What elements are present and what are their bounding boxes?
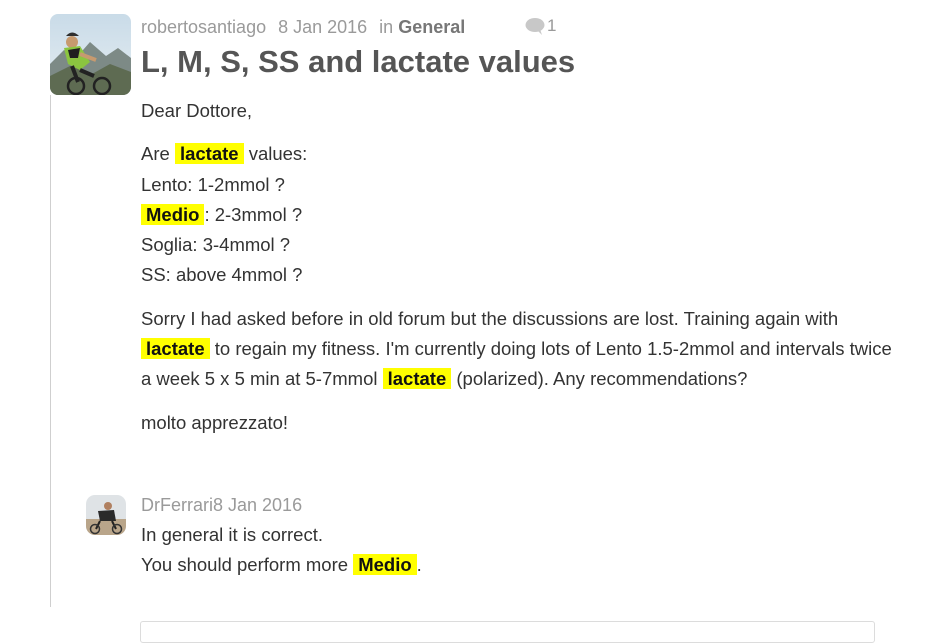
comment-count-value: 1 xyxy=(547,16,557,35)
reply-input-box[interactable] xyxy=(140,621,875,643)
post-paragraph: Sorry I had asked before in old forum bu… xyxy=(141,304,901,395)
line-text: SS: above 4mmol ? xyxy=(141,264,303,286)
search-highlight: Medio xyxy=(141,203,205,225)
lactate-values-list: Are lactate values: Lento: 1-2mmol ? Med… xyxy=(141,139,901,290)
post-category[interactable]: General xyxy=(398,17,465,37)
line-text: Lento: 1-2mmol ? xyxy=(141,173,285,195)
post-title: L, M, S, SS and lactate values xyxy=(141,44,576,79)
reply-date: 8 Jan 2016 xyxy=(213,495,303,515)
line-text: values: xyxy=(248,143,308,165)
post-author[interactable]: robertosantiago xyxy=(141,17,266,37)
post-closing: molto apprezzato! xyxy=(141,411,289,433)
search-highlight: lactate xyxy=(382,368,452,390)
line-text: Are xyxy=(141,143,170,165)
search-highlight: lactate xyxy=(141,338,210,360)
thread-line xyxy=(50,95,51,607)
category-prefix: in xyxy=(379,17,394,37)
reply-line: You should perform more xyxy=(141,554,349,575)
cyclist-photo xyxy=(86,495,126,535)
line-text: : 2-3mmol ? xyxy=(204,203,303,225)
search-highlight: lactate xyxy=(174,143,244,165)
paragraph-text: (polarized). Any recommendations? xyxy=(456,368,748,390)
search-highlight: Medio xyxy=(353,554,417,575)
reply-avatar[interactable] xyxy=(86,495,126,535)
reply-meta: DrFerrari8 Jan 2016 xyxy=(141,493,302,517)
line-text: Soglia: 3-4mmol ? xyxy=(141,234,291,256)
post-greeting: Dear Dottore, xyxy=(141,100,253,121)
cyclist-photo xyxy=(50,14,131,95)
reply-author[interactable]: DrFerrari xyxy=(141,495,213,515)
reply-line-end: . xyxy=(416,554,422,575)
author-avatar[interactable] xyxy=(50,14,131,95)
post-date: 8 Jan 2016 xyxy=(278,17,368,37)
post-body: Dear Dottore, Are lactate values: Lento:… xyxy=(141,96,901,451)
reply-body: In general it is correct. You should per… xyxy=(141,520,422,580)
comment-bubble-icon xyxy=(525,18,545,35)
comment-count[interactable]: 1 xyxy=(525,16,556,36)
paragraph-text: Sorry I had asked before in old forum bu… xyxy=(141,307,839,329)
post-meta: robertosantiago 8 Jan 2016 in General xyxy=(141,15,465,39)
reply-line: In general it is correct. xyxy=(141,524,323,545)
